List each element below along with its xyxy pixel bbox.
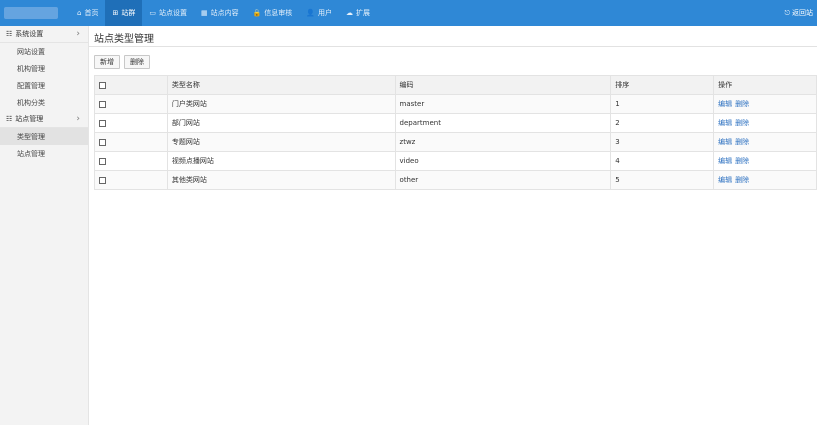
sidebar-item-type-management[interactable]: 类型管理 <box>0 128 88 145</box>
grid-icon: ☷ <box>6 30 13 38</box>
edit-link[interactable]: 编辑 <box>718 119 732 127</box>
return-icon: ⎋ <box>784 8 790 17</box>
edit-link[interactable]: 编辑 <box>718 100 732 108</box>
column-header-sort: 排序 <box>610 75 715 95</box>
cell-name: 视频点播网站 <box>166 151 396 171</box>
sidebar: ☷ 系统设置 › 网站设置 机构管理 配置管理 机构分类 ☷ 站点管理 › 类型… <box>0 26 89 425</box>
return-site-label: 返回站 <box>792 9 813 17</box>
table-row: 专题网站 ztwz 3 编辑 删除 <box>94 132 817 152</box>
nav-label: 扩展 <box>356 9 371 17</box>
row-checkbox[interactable] <box>99 100 106 108</box>
sidebar-group-title: 站点管理 <box>15 115 44 123</box>
table-row: 门户类网站 master 1 编辑 删除 <box>94 94 817 114</box>
lock-icon: 🔒 <box>252 8 262 17</box>
row-checkbox[interactable] <box>99 119 106 127</box>
chevron-right-icon: › <box>76 29 80 39</box>
delete-link[interactable]: 删除 <box>735 138 749 146</box>
sidebar-item-org-category[interactable]: 机构分类 <box>0 94 88 111</box>
nav-label: 信息审核 <box>264 9 293 17</box>
sidebar-item-website-settings[interactable]: 网站设置 <box>0 43 88 60</box>
main-nav: ⌂ 首页 ⊞ 站群 ▭ 站点设置 ▦ 站点内容 🔒 信息审核 👤 用户 ☁ 扩展 <box>70 0 377 26</box>
delete-link[interactable]: 删除 <box>735 119 749 127</box>
delete-button[interactable]: 删除 <box>124 55 150 69</box>
app-logo[interactable] <box>4 7 58 19</box>
add-button[interactable]: 新增 <box>94 55 120 69</box>
nav-item-users[interactable]: 👤 用户 <box>299 0 339 26</box>
table-icon: ▦ <box>200 8 208 17</box>
cell-sort: 5 <box>610 170 715 190</box>
select-all-checkbox[interactable] <box>99 81 106 89</box>
column-header-actions: 操作 <box>713 75 817 95</box>
sidebar-item-site-management[interactable]: 站点管理 <box>0 145 88 162</box>
windows-icon: ⊞ <box>112 8 119 17</box>
page-title: 站点类型管理 <box>94 34 154 45</box>
nav-item-site-content[interactable]: ▦ 站点内容 <box>194 0 246 26</box>
cell-code: video <box>394 151 612 171</box>
table-header-row: 类型名称 编码 排序 操作 <box>94 75 817 95</box>
row-checkbox[interactable] <box>99 157 106 165</box>
edit-link[interactable]: 编辑 <box>718 176 732 184</box>
edit-link[interactable]: 编辑 <box>718 157 732 165</box>
monitor-icon: ▭ <box>149 8 156 17</box>
table-row: 部门网站 department 2 编辑 删除 <box>94 113 817 133</box>
divider <box>89 46 817 47</box>
edit-link[interactable]: 编辑 <box>718 138 732 146</box>
sidebar-item-config-management[interactable]: 配置管理 <box>0 77 88 94</box>
cell-name: 门户类网站 <box>166 94 396 114</box>
cell-actions: 编辑 删除 <box>713 132 817 152</box>
grid-icon: ☷ <box>6 115 13 123</box>
cell-sort: 2 <box>610 113 715 133</box>
delete-link[interactable]: 删除 <box>735 100 749 108</box>
cell-actions: 编辑 删除 <box>713 94 817 114</box>
table-row: 视频点播网站 video 4 编辑 删除 <box>94 151 817 171</box>
nav-label: 站群 <box>121 9 136 17</box>
header-select-all[interactable] <box>94 75 168 95</box>
nav-item-home[interactable]: ⌂ 首页 <box>70 0 105 26</box>
cell-code: master <box>394 94 612 114</box>
cell-sort: 1 <box>610 94 715 114</box>
main-content: 站点类型管理 新增 删除 类型名称 编码 排序 操作 门户类网站 master <box>89 26 817 425</box>
row-checkbox[interactable] <box>99 176 106 184</box>
cell-name: 其他类网站 <box>166 170 396 190</box>
sidebar-group-title: 系统设置 <box>15 30 44 38</box>
top-navbar: ⌂ 首页 ⊞ 站群 ▭ 站点设置 ▦ 站点内容 🔒 信息审核 👤 用户 ☁ 扩展… <box>0 0 817 26</box>
nav-label: 首页 <box>84 9 99 17</box>
cell-actions: 编辑 删除 <box>713 170 817 190</box>
user-icon: 👤 <box>306 8 316 17</box>
cloud-icon: ☁ <box>346 8 354 17</box>
cell-code: ztwz <box>394 132 612 152</box>
nav-label: 用户 <box>318 9 333 17</box>
cell-code: department <box>394 113 612 133</box>
cell-sort: 4 <box>610 151 715 171</box>
sidebar-group-system[interactable]: ☷ 系统设置 › <box>0 26 88 43</box>
nav-label: 站点内容 <box>210 9 239 17</box>
column-header-name: 类型名称 <box>166 75 396 95</box>
table-row: 其他类网站 other 5 编辑 删除 <box>94 170 817 190</box>
cell-code: other <box>394 170 612 190</box>
delete-link[interactable]: 删除 <box>735 176 749 184</box>
cell-actions: 编辑 删除 <box>713 113 817 133</box>
cell-name: 部门网站 <box>166 113 396 133</box>
chevron-right-icon: › <box>76 114 80 124</box>
return-site-link[interactable]: ⎋ 返回站 <box>784 0 813 26</box>
nav-item-review[interactable]: 🔒 信息审核 <box>246 0 300 26</box>
cell-actions: 编辑 删除 <box>713 151 817 171</box>
nav-label: 站点设置 <box>158 9 187 17</box>
site-type-table: 类型名称 编码 排序 操作 门户类网站 master 1 编辑 删除 部门网站 d… <box>94 75 817 190</box>
nav-item-site-group[interactable]: ⊞ 站群 <box>105 0 143 26</box>
cell-sort: 3 <box>610 132 715 152</box>
sidebar-group-site-management[interactable]: ☷ 站点管理 › <box>0 111 88 128</box>
sidebar-item-org-management[interactable]: 机构管理 <box>0 60 88 77</box>
column-header-code: 编码 <box>394 75 612 95</box>
nav-item-extend[interactable]: ☁ 扩展 <box>339 0 377 26</box>
cell-name: 专题网站 <box>166 132 396 152</box>
delete-link[interactable]: 删除 <box>735 157 749 165</box>
row-checkbox[interactable] <box>99 138 106 146</box>
home-icon: ⌂ <box>77 8 82 17</box>
nav-item-site-settings[interactable]: ▭ 站点设置 <box>142 0 194 26</box>
